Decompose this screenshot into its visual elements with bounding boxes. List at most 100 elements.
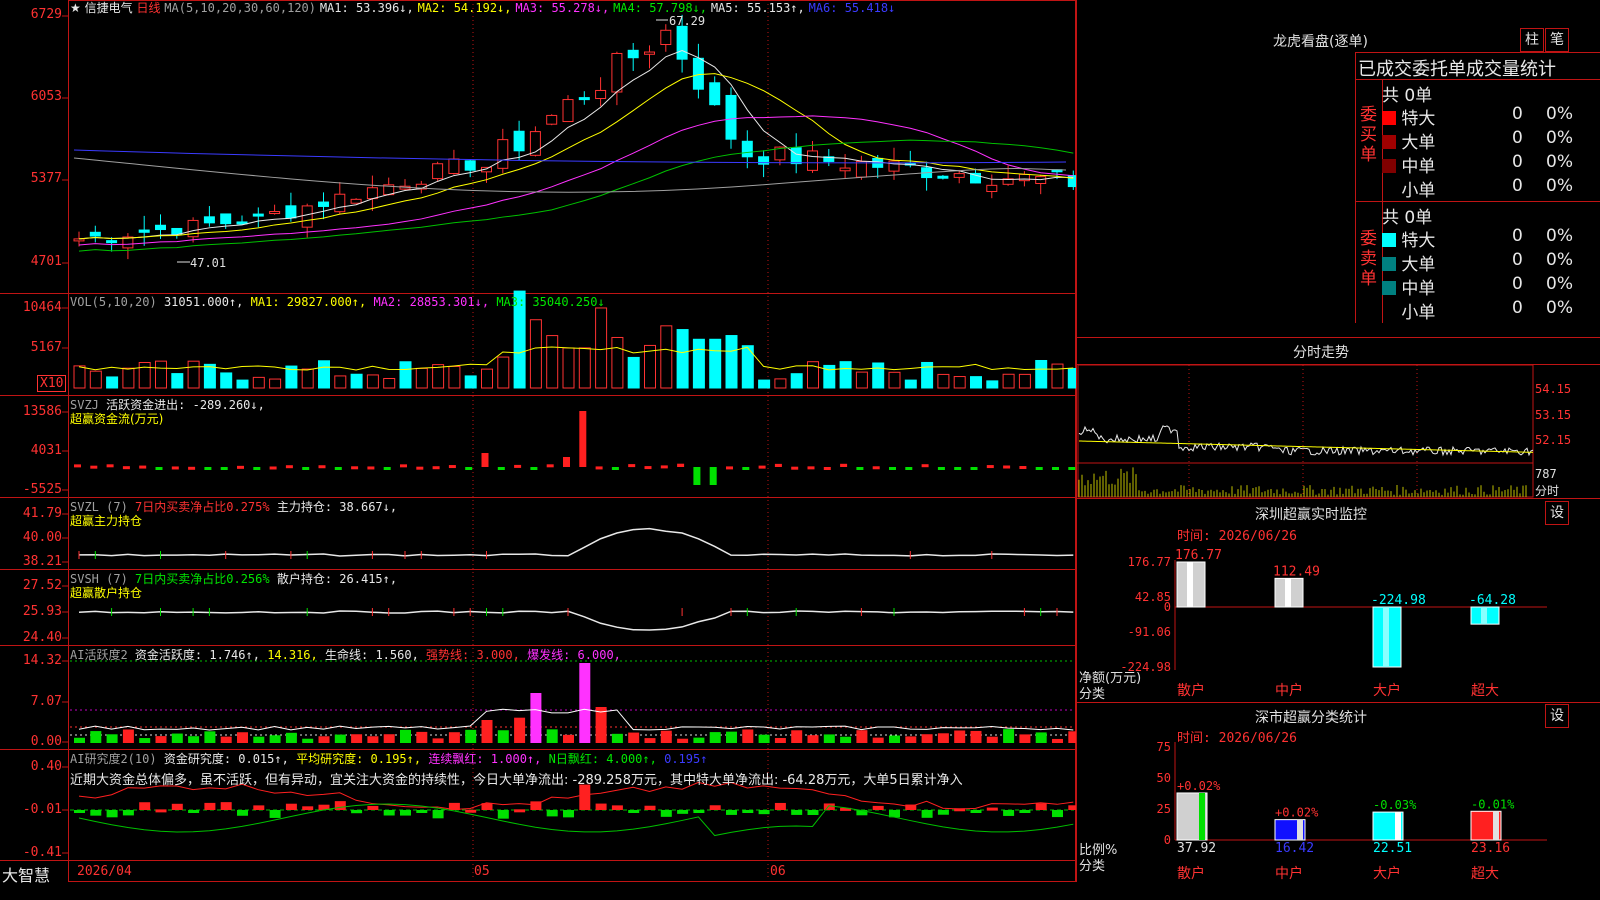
activity-bar xyxy=(693,737,705,743)
fund-flow-bar xyxy=(432,466,440,470)
candle-body xyxy=(725,94,737,140)
chart-area[interactable] xyxy=(0,0,1076,882)
fund-flow-bar xyxy=(220,467,228,470)
fund-flow-bar xyxy=(90,465,98,469)
volume-bar xyxy=(415,367,428,389)
ma5-value: MA5: 55.153↑, xyxy=(710,1,805,15)
candle-body xyxy=(709,82,721,106)
fund-flow-bar xyxy=(139,465,147,469)
research-bar xyxy=(367,805,379,810)
sz-category-label: 大户 xyxy=(1373,682,1401,699)
research-bar xyxy=(921,810,933,818)
bar-mode-button[interactable]: 柱 xyxy=(1520,28,1544,52)
row-pct: 0% xyxy=(1546,104,1573,124)
legend-swatch xyxy=(1382,135,1396,149)
period-label[interactable]: 日线 xyxy=(136,1,160,15)
candle-body xyxy=(986,184,998,193)
activity-bar xyxy=(611,733,623,743)
sz-net-chart[interactable]: 176.7742.850-91.06-224.98176.77散户112.49中… xyxy=(1077,540,1600,700)
ss-bar-highlight xyxy=(1493,811,1499,840)
ss-settings-button[interactable]: 设 xyxy=(1545,704,1569,728)
intraday-title: 分时走势 xyxy=(1293,345,1349,361)
ma-line xyxy=(78,139,1074,252)
activity-bar xyxy=(318,736,330,743)
volume-bar xyxy=(432,364,445,389)
fund-flow-bar xyxy=(237,465,244,469)
row-count: 0 xyxy=(1512,152,1523,172)
research-bar xyxy=(74,810,85,813)
row-count: 0 xyxy=(1512,128,1523,148)
volume-bar xyxy=(1051,363,1064,389)
activity-bar xyxy=(171,733,183,743)
candle-body xyxy=(89,231,101,237)
ai2-axis-label: 0.40 xyxy=(30,759,62,774)
ss-ratio-chart[interactable]: 75 50 25 0 +0.02% 37.92 散户 +0.02% 16.42 中户 -0.03% 2… xyxy=(1077,740,1600,882)
research-bar xyxy=(220,802,232,810)
activity-bar xyxy=(628,732,640,743)
volume-bar xyxy=(529,319,542,389)
candle-body xyxy=(562,99,574,123)
volume-bar xyxy=(660,325,673,389)
research-bar xyxy=(709,805,721,810)
fund-flow-bar xyxy=(595,466,603,470)
stock-name[interactable]: 信捷电气 xyxy=(85,1,133,15)
volume-bar xyxy=(171,373,184,389)
sz-bar-label: -224.98 xyxy=(1371,593,1426,608)
price-axis-label: 5377 xyxy=(30,171,62,186)
fund-flow-bar xyxy=(383,467,391,470)
ai-activity-header: AI活跃度2 资金活跃度: 1.746↑, 14.316, 生命线: 1.560… xyxy=(70,648,621,662)
sz-axis-label: 0 xyxy=(1164,600,1171,614)
activity-bar xyxy=(872,737,884,743)
sz-bar-label: 112.49 xyxy=(1273,564,1320,579)
volume-bar xyxy=(872,362,885,389)
sz-bar-highlight xyxy=(1481,607,1487,625)
sz-settings-button[interactable]: 设 xyxy=(1545,501,1569,525)
volume-bar xyxy=(1018,373,1031,389)
volume-bar xyxy=(252,376,265,389)
ai2-axis-label: -0.41 xyxy=(22,845,62,860)
fund-flow-bar xyxy=(1035,467,1043,470)
volume-bar xyxy=(220,372,233,389)
ss-value-label: 16.42 xyxy=(1275,841,1314,856)
fund-flow-bar xyxy=(122,466,130,470)
research-bar xyxy=(237,810,248,816)
intraday-chart[interactable] xyxy=(1077,365,1600,498)
fund-flow-bar xyxy=(677,463,685,467)
fund-flow-bar xyxy=(465,467,473,470)
ai1-axis-label: 7.07 xyxy=(30,694,62,709)
ai-research-header: AI研究度2(10) 资金研究度: 0.015↑, 平均研究度: 0.195↑,… xyxy=(70,752,708,766)
research-bar xyxy=(106,810,118,818)
research-bar xyxy=(970,810,982,813)
vol-unit-button[interactable]: X10 xyxy=(37,375,67,392)
ma3-value: MA3: 55.278↓, xyxy=(515,1,610,15)
ma6-value: MA6: 55.418↓ xyxy=(808,1,896,15)
svsh-axis-label: 24.40 xyxy=(22,630,62,645)
activity-bar xyxy=(563,734,574,743)
candle-body xyxy=(155,224,166,231)
row-pct: 0% xyxy=(1546,176,1573,196)
ma-line xyxy=(78,49,1074,240)
fund-flow-bar xyxy=(856,467,864,470)
intraday-unit: 分时 xyxy=(1535,484,1560,498)
research-bar xyxy=(334,801,346,810)
volume-bar xyxy=(187,360,200,389)
fund-flow-bar xyxy=(106,464,114,468)
fund-flow-bar xyxy=(954,467,962,470)
research-bar xyxy=(937,810,949,815)
holding-line xyxy=(78,610,1074,631)
legend-swatch xyxy=(1382,257,1396,271)
tick-mode-button[interactable]: 笔 xyxy=(1545,28,1569,52)
sz-xlabel: 分类 xyxy=(1079,687,1106,702)
research-bar xyxy=(497,810,509,819)
ss-axis-label: 50 xyxy=(1157,771,1171,785)
activity-bar xyxy=(660,730,672,743)
volume-bar xyxy=(318,360,330,389)
activity-bar xyxy=(400,729,411,743)
activity-bar xyxy=(155,736,167,743)
volume-bar xyxy=(399,361,412,389)
activity-bar xyxy=(139,738,151,743)
activity-bar xyxy=(644,738,656,743)
volume-bar xyxy=(562,347,575,389)
favorite-star-icon[interactable]: ★ xyxy=(70,1,81,15)
sz-axis-label: -91.06 xyxy=(1128,625,1171,639)
